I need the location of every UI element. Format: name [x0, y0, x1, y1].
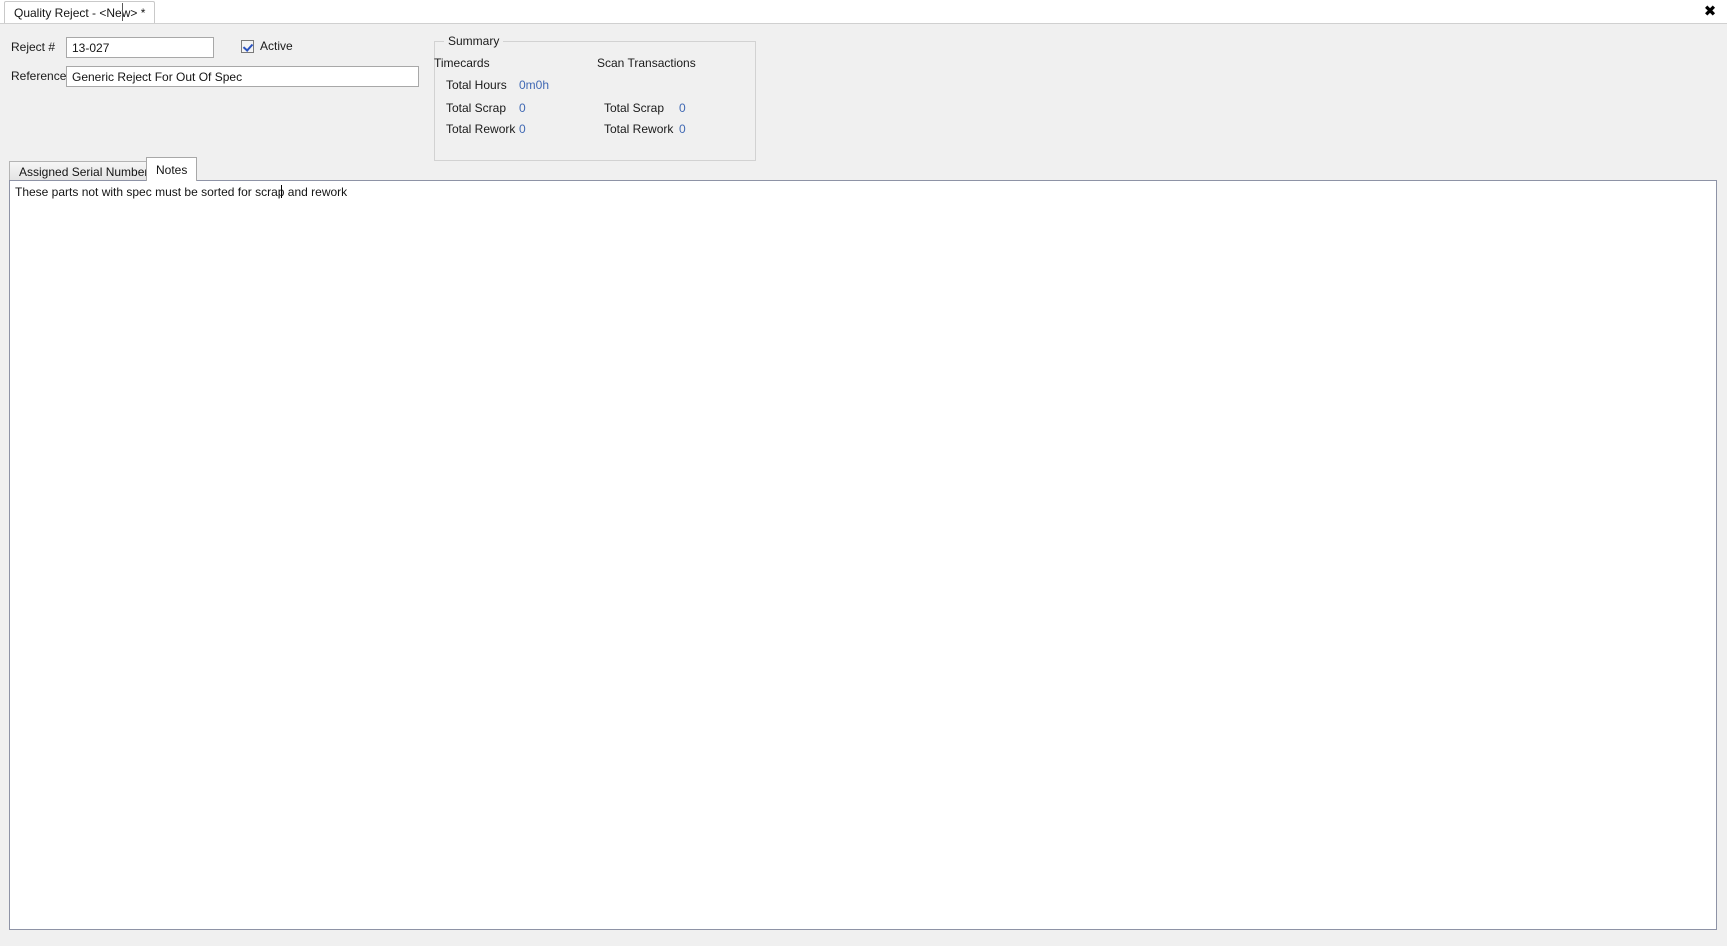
- text-caret: [281, 185, 282, 198]
- reference-input[interactable]: [66, 66, 419, 87]
- window-titlebar: Quality Reject - <New> * ✖: [0, 0, 1727, 24]
- active-checkbox-row[interactable]: Active: [241, 38, 293, 54]
- document-tab-caret: [122, 3, 123, 21]
- timecards-header: Timecards: [434, 56, 490, 70]
- timecards-total-rework-label: Total Rework: [446, 122, 516, 136]
- tab-assigned-serial-numbers-label: Assigned Serial Numbers: [19, 164, 155, 179]
- active-checkbox[interactable]: [241, 39, 254, 53]
- tab-notes[interactable]: Notes: [146, 157, 198, 181]
- timecards-total-hours-label: Total Hours: [446, 78, 507, 92]
- document-tab-quality-reject[interactable]: Quality Reject - <New> *: [4, 1, 156, 23]
- timecards-total-hours-value: 0m0h: [519, 78, 550, 92]
- active-checkbox-label: Active: [260, 39, 293, 53]
- summary-title: Summary: [444, 34, 504, 48]
- timecards-total-rework-value: 0: [519, 122, 526, 136]
- scan-total-scrap-label: Total Scrap: [604, 101, 665, 115]
- reject-number-label: Reject #: [11, 40, 56, 54]
- notes-textarea[interactable]: These parts not with spec must be sorted…: [9, 180, 1717, 930]
- close-icon[interactable]: ✖: [1697, 0, 1723, 22]
- document-tab-label: Quality Reject - <New> *: [14, 5, 146, 20]
- tab-notes-label: Notes: [156, 162, 188, 177]
- form-area: Reject # Reference Active Summary Timeca…: [0, 24, 1727, 161]
- notes-text-content: These parts not with spec must be sorted…: [15, 185, 348, 199]
- scan-total-scrap-value: 0: [679, 101, 686, 115]
- window-bottom-strip: [0, 932, 1727, 946]
- tab-strip: Assigned Serial Numbers Notes: [0, 155, 1727, 181]
- scan-total-rework-label: Total Rework: [604, 122, 674, 136]
- scan-transactions-header: Scan Transactions: [597, 56, 696, 70]
- timecards-total-scrap-value: 0: [519, 101, 526, 115]
- scan-total-rework-value: 0: [679, 122, 686, 136]
- reference-label: Reference: [11, 69, 67, 83]
- tab-assigned-serial-numbers[interactable]: Assigned Serial Numbers: [9, 161, 165, 181]
- timecards-total-scrap-label: Total Scrap: [446, 101, 507, 115]
- reject-number-input[interactable]: [66, 37, 214, 58]
